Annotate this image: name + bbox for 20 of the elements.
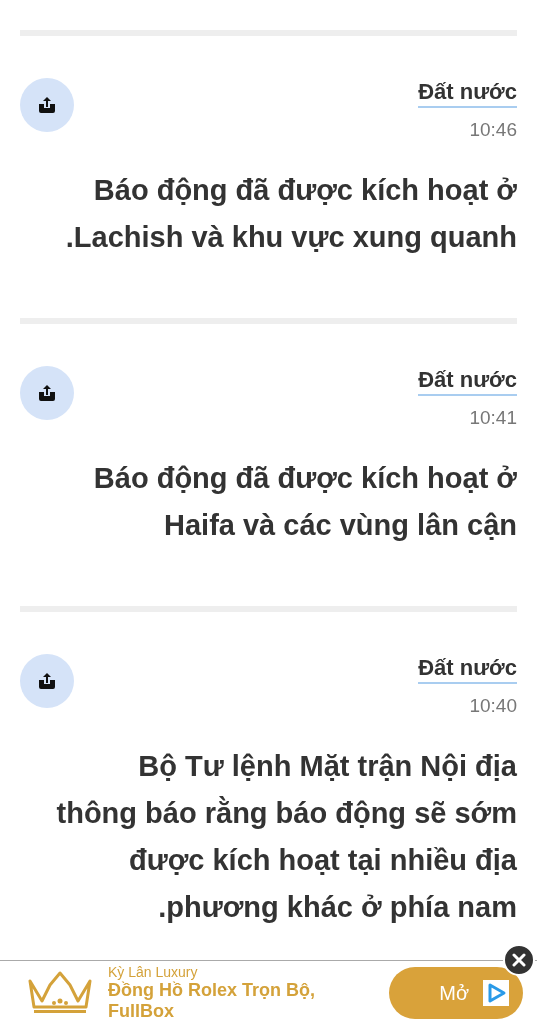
crown-logo [26,970,94,1015]
timestamp: 10:46 [469,118,517,142]
share-icon [37,671,57,691]
headline: Bộ Tư lệnh Mặt trận Nội địa thông báo rằng báo động sẽ sớm được kích hoạt tại nhiều địa .phương khác ở phía nam [55,748,517,925]
close-icon [512,953,526,967]
category-link[interactable]: Đất nước [418,78,517,108]
share-icon [37,383,57,403]
advertiser-name: Kỳ Lân Luxury [108,963,199,980]
share-icon [37,95,57,115]
timestamp: 10:40 [469,694,517,718]
share-button[interactable] [20,78,74,132]
share-button[interactable] [20,654,74,708]
headline: Báo động đã được kích hoạt ở .Lachish và khu vực xung quanh [64,172,517,255]
category-link[interactable]: Đất nước [418,366,517,396]
ad-headline: Đồng Hồ Rolex Trọn Bộ, FullBox [108,979,316,1022]
share-button[interactable] [20,366,74,420]
headline: Báo động đã được kích hoạt ở Haifa và các vùng lân cận [92,460,517,543]
category-link[interactable]: Đất nước [418,654,517,684]
play-icon [483,979,509,1006]
timestamp: 10:41 [469,406,517,430]
